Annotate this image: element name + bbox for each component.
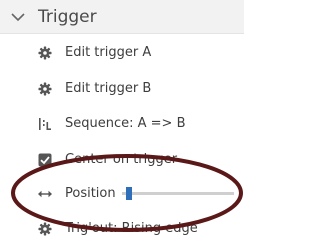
horizontal-arrows-icon (38, 190, 52, 198)
edit-trigger-a-label: Edit trigger A (65, 45, 152, 60)
position-item: Position (0, 177, 244, 211)
sequence-icon (39, 118, 51, 130)
position-slider[interactable] (122, 186, 234, 202)
trig-out-item[interactable]: Trig'out: Rising edge (0, 212, 244, 246)
edit-trigger-b-label: Edit trigger B (65, 81, 152, 96)
section-title: Trigger (38, 7, 97, 27)
slider-track[interactable] (122, 192, 234, 195)
checkbox-checked-icon[interactable] (38, 153, 52, 167)
position-label: Position (65, 186, 116, 201)
gear-icon (38, 82, 52, 96)
gear-icon (38, 222, 52, 236)
center-on-trigger-item[interactable]: Center on trigger (0, 143, 244, 177)
slider-thumb[interactable] (126, 187, 132, 200)
chevron-down-icon (11, 13, 25, 22)
center-on-trigger-label: Center on trigger (65, 152, 178, 167)
sequence-label: Sequence: A => B (65, 116, 186, 131)
edit-trigger-b-item[interactable]: Edit trigger B (0, 72, 244, 106)
edit-trigger-a-item[interactable]: Edit trigger A (0, 36, 244, 70)
trigger-section-header[interactable]: Trigger (0, 0, 244, 34)
gear-icon (38, 46, 52, 60)
trig-out-label: Trig'out: Rising edge (65, 221, 198, 236)
sequence-item[interactable]: Sequence: A => B (0, 107, 244, 141)
